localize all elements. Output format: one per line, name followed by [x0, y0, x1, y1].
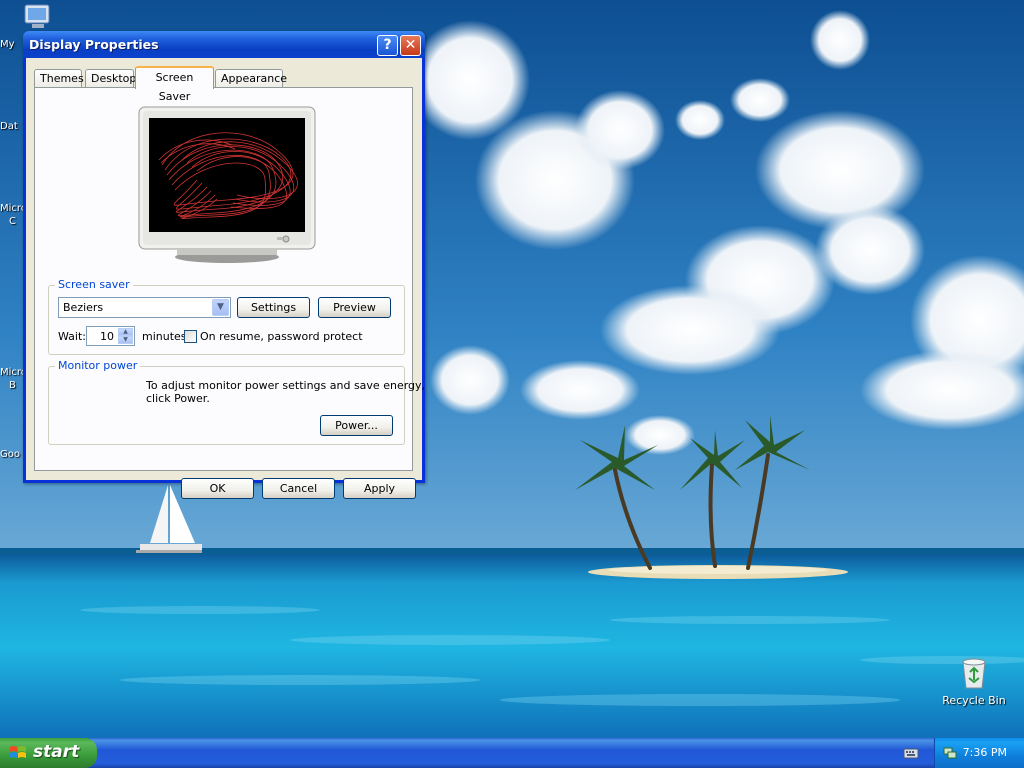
- apply-button[interactable]: Apply: [343, 478, 416, 499]
- tab-appearance[interactable]: Appearance: [215, 69, 287, 88]
- monitor-power-description-2: click Power.: [146, 392, 210, 405]
- wait-minutes-stepper[interactable]: 10 ▲ ▼: [86, 326, 135, 346]
- recycle-bin-icon: [962, 658, 986, 689]
- dialog-client-area: Themes Desktop Screen Saver Appearance S…: [26, 58, 425, 499]
- clock[interactable]: 7:36 PM: [963, 746, 1007, 759]
- title-bar[interactable]: Display Properties ? ✕: [23, 31, 425, 58]
- screen-saver-selected-value: Beziers: [63, 301, 104, 314]
- system-tray: 7:36 PM: [934, 738, 1024, 768]
- recycle-bin[interactable]: Recycle Bin: [934, 656, 1014, 707]
- power-button[interactable]: Power...: [320, 415, 393, 436]
- close-button[interactable]: ✕: [400, 35, 421, 56]
- tab-desktop[interactable]: Desktop: [85, 69, 136, 88]
- my-computer-icon[interactable]: [22, 3, 56, 31]
- close-icon: ✕: [404, 37, 417, 53]
- network-tray-icon[interactable]: [942, 745, 958, 761]
- start-label: start: [33, 742, 80, 762]
- help-icon: ?: [383, 37, 392, 53]
- screen-saver-group-title: Screen saver: [55, 278, 133, 291]
- recycle-bin-label: Recycle Bin: [942, 694, 1006, 707]
- ok-button[interactable]: OK: [181, 478, 254, 499]
- keyboard-icon[interactable]: [903, 746, 919, 760]
- start-button[interactable]: start: [0, 738, 97, 768]
- chevron-down-icon[interactable]: ▼: [212, 299, 229, 316]
- monitor-power-group-title: Monitor power: [55, 359, 141, 372]
- taskbar: start 7:36 PM: [0, 738, 1024, 768]
- monitor-power-description-1: To adjust monitor power settings and sav…: [146, 379, 426, 392]
- tab-themes[interactable]: Themes: [34, 69, 84, 88]
- screen-saver-select[interactable]: Beziers ▼: [58, 297, 231, 318]
- window-title: Display Properties: [29, 37, 159, 52]
- wait-label: Wait:: [58, 330, 86, 343]
- spin-up-icon[interactable]: ▲: [118, 328, 133, 336]
- tab-screen-saver[interactable]: Screen Saver: [135, 66, 214, 103]
- desktop-label-b[interactable]: B: [9, 380, 16, 391]
- password-protect-label[interactable]: On resume, password protect: [200, 330, 363, 343]
- screen-saver-group: Screen saver Beziers ▼ Settings Preview …: [48, 278, 405, 355]
- screen-saver-panel: Screen saver Beziers ▼ Settings Preview …: [34, 87, 425, 471]
- cancel-button[interactable]: Cancel: [262, 478, 335, 499]
- display-properties-window: Display Properties ? ✕ Themes Desktop Sc…: [23, 31, 425, 499]
- wait-minutes-value: 10: [100, 330, 114, 343]
- monitor-power-group: Monitor power To adjust monitor power se…: [48, 359, 425, 445]
- preview-button[interactable]: Preview: [318, 297, 391, 318]
- screen-saver-preview: [137, 105, 317, 265]
- desktop-label-my[interactable]: My: [0, 39, 15, 50]
- desktop-label-dat[interactable]: Dat: [0, 121, 18, 132]
- wait-minutes-spin-buttons: ▲ ▼: [118, 328, 133, 344]
- help-button[interactable]: ?: [377, 35, 398, 56]
- settings-button[interactable]: Settings: [237, 297, 310, 318]
- desktop-label-goo[interactable]: Goo: [0, 449, 20, 460]
- password-protect-checkbox[interactable]: [184, 330, 197, 343]
- windows-logo-icon: [10, 746, 26, 758]
- spin-down-icon[interactable]: ▼: [118, 336, 133, 344]
- desktop-label-c[interactable]: C: [9, 216, 16, 227]
- minutes-label: minutes: [142, 330, 187, 343]
